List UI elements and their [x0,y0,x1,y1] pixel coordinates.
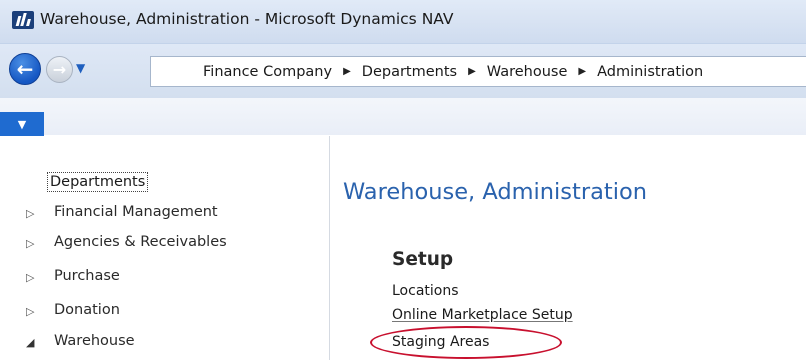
dynamics-nav-logo-icon [12,11,34,29]
main-content-pane: Warehouse, Administration Setup Location… [331,136,806,360]
tree-item-label: Donation [54,302,120,318]
breadcrumb-separator-icon: ▶ [343,66,351,77]
forward-arrow-icon[interactable]: → [46,56,73,83]
tree-item-purchase[interactable]: ▷ Purchase [0,268,330,290]
chevron-down-icon[interactable]: ▼ [76,62,90,74]
expand-arrow-icon[interactable]: ▷ [26,237,34,250]
page-title: Warehouse, Administration [343,179,647,205]
highlight-annotation [370,326,562,359]
expand-arrow-icon[interactable]: ▷ [26,271,34,284]
navigation-bar: ← → ▼ Finance Company ▶ Departments ▶ Wa… [0,44,806,98]
expand-arrow-icon[interactable]: ▷ [26,207,34,220]
breadcrumb-item[interactable]: Administration [597,64,703,80]
tree-item-donation[interactable]: ▷ Donation [0,302,330,324]
breadcrumb-item[interactable]: Finance Company [203,64,332,80]
expand-arrow-icon[interactable]: ▷ [26,305,34,318]
departments-navigation-pane: Departments ▷ Financial Management ▷ Age… [0,136,330,360]
chevron-down-icon: ▼ [17,117,27,131]
tree-item-label: Warehouse [54,333,135,349]
breadcrumb-separator-icon: ▶ [578,66,587,77]
tree-item-label: Financial Management [54,204,218,220]
back-arrow-icon[interactable]: ← [9,53,41,85]
tree-item-label: Agencies & Receivables [54,234,227,250]
tree-item-label: Purchase [54,268,120,284]
section-header-setup: Setup [392,249,454,270]
tree-item-financial-management[interactable]: ▷ Financial Management [0,204,330,226]
collapse-arrow-icon[interactable]: ◢ [26,336,34,349]
breadcrumb-item[interactable]: Warehouse [487,64,568,80]
tree-root-departments[interactable]: Departments [47,172,149,192]
window-title: Warehouse, Administration - Microsoft Dy… [40,10,454,28]
breadcrumb-item[interactable]: Departments [362,64,457,80]
tree-item-agencies-receivables[interactable]: ▷ Agencies & Receivables [0,234,330,256]
ribbon-bar [0,98,806,135]
tree-item-warehouse[interactable]: ◢ Warehouse [0,333,330,355]
breadcrumb-separator-icon: ▶ [468,66,476,77]
ribbon-menu-button[interactable]: ▼ [0,112,44,136]
breadcrumb[interactable]: Finance Company ▶ Departments ▶ Warehous… [150,56,806,87]
link-online-marketplace-setup[interactable]: Online Marketplace Setup [392,307,573,323]
window-title-bar: Warehouse, Administration - Microsoft Dy… [0,0,806,44]
link-locations[interactable]: Locations [392,283,459,299]
